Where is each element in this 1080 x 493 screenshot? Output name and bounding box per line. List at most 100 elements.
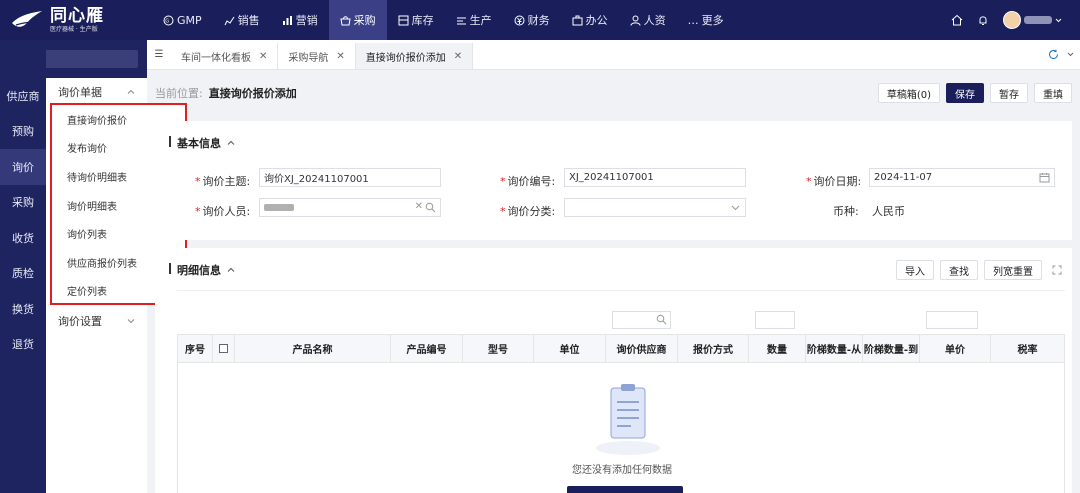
select-all-checkbox[interactable] — [213, 335, 235, 362]
sidebar-item-purchase[interactable]: 采购 — [0, 185, 46, 221]
subject-input[interactable]: 询价XJ_20241107001 — [259, 168, 441, 187]
supplier-filter-input[interactable] — [612, 311, 671, 329]
chevron-down-icon — [1055, 18, 1062, 22]
col-supplier: 询价供应商 — [606, 335, 678, 362]
import-button[interactable]: 导入 — [896, 260, 934, 280]
secondary-sidebar: 询价单据 直接询价报价 发布询价 待询价明细表 询价明细表 询价列表 供应商报价… — [46, 78, 187, 493]
search-icon[interactable] — [425, 202, 436, 213]
sidebar-item-receiving[interactable]: 收货 — [0, 220, 46, 256]
clear-icon[interactable]: ✕ — [415, 201, 423, 212]
sidebar-item-exchange[interactable]: 换货 — [0, 291, 46, 327]
tab-direct-quote-add[interactable]: 直接询价报价添加 ✕ — [355, 43, 474, 69]
nav-inventory[interactable]: 库存 — [387, 0, 445, 40]
nav-purchase[interactable]: 采购 — [328, 0, 387, 40]
tab-tools — [1048, 39, 1080, 69]
sidebar-item-inquiry[interactable]: 询价 — [0, 149, 46, 185]
office-icon — [572, 15, 583, 25]
tab-workshop-board[interactable]: 车间一体化看板 ✕ — [171, 43, 279, 69]
calendar-icon[interactable] — [1039, 172, 1050, 183]
chevron-down-icon[interactable] — [1067, 51, 1074, 58]
app-logo[interactable]: 同心雁 医疗器械 · 生产版 — [0, 0, 147, 40]
empty-clipboard-icon — [596, 384, 660, 455]
close-icon[interactable]: ✕ — [259, 51, 267, 62]
currency-label: 币种: — [833, 205, 859, 218]
add-data-button[interactable] — [567, 486, 683, 493]
hold-button[interactable]: 暂存 — [990, 83, 1028, 103]
hr-icon — [630, 15, 641, 26]
tab-label: 直接询价报价添加 — [365, 52, 446, 64]
code-input[interactable]: XJ_20241107001 — [564, 168, 746, 187]
sidebar-item-qc[interactable]: 质检 — [0, 256, 46, 292]
col-product-name: 产品名称 — [235, 335, 391, 362]
close-icon[interactable]: ✕ — [454, 51, 462, 62]
col-quantity: 数量 — [749, 335, 806, 362]
submenu-group-inquiry-settings[interactable]: 询价设置 — [46, 307, 147, 335]
reset-columns-button[interactable]: 列宽重置 — [984, 260, 1042, 280]
drafts-button[interactable]: 草稿箱(0) — [877, 83, 940, 103]
nav-gmp[interactable]: G GMP — [152, 0, 213, 40]
date-label: * 询价日期: — [806, 173, 861, 189]
refresh-icon[interactable] — [1048, 49, 1059, 60]
quantity-filter-input[interactable] — [755, 311, 795, 329]
sidebar-item-supplier[interactable]: 供应商 — [0, 78, 46, 114]
category-label: * 询价分类: — [500, 203, 555, 219]
nav-production[interactable]: 生产 — [445, 0, 503, 40]
tab-purchase-nav[interactable]: 采购导航 ✕ — [278, 43, 356, 69]
menu-toggle-icon[interactable]: ☰ — [147, 39, 171, 69]
nav-office[interactable]: 办公 — [561, 0, 619, 40]
nav-purchase-label: 采购 — [353, 14, 376, 27]
nav-gmp-label: GMP — [177, 13, 202, 27]
nav-marketing[interactable]: 营销 — [271, 0, 329, 40]
detail-info-card: 明细信息 导入 查找 列宽重置 序号 产品名称 产品编号 型号 单位 询价供应商… — [155, 248, 1072, 493]
save-button[interactable]: 保存 — [946, 83, 984, 103]
nav-hr[interactable]: 人资 — [619, 0, 677, 40]
find-button[interactable]: 查找 — [940, 260, 978, 280]
col-tax-rate: 税率 — [1017, 345, 1038, 356]
more-icon: … — [687, 13, 699, 27]
col-tier-to: 阶梯数量-到 — [863, 335, 920, 362]
reset-button[interactable]: 重填 — [1034, 83, 1072, 103]
nav-inventory-label: 库存 — [411, 14, 434, 27]
production-icon — [456, 17, 466, 24]
tab-strip: ☰ 车间一体化看板 ✕ 采购导航 ✕ 直接询价报价添加 ✕ — [147, 40, 1080, 70]
required-mark: * — [195, 175, 201, 188]
breadcrumb-label: 当前位置: — [155, 87, 203, 100]
basic-info-card: 基本信息 * 询价主题: 询价XJ_20241107001 * 询价编号: XJ_2… — [155, 121, 1072, 240]
date-input[interactable]: 2024-11-07 — [869, 168, 1055, 187]
tab-label: 车间一体化看板 — [181, 52, 251, 64]
submenu-group-label: 询价单据 — [58, 86, 102, 99]
home-icon[interactable] — [951, 14, 963, 26]
user-menu[interactable] — [1003, 11, 1062, 29]
sidebar-item-prepurchase[interactable]: 预购 — [0, 114, 46, 150]
finance-icon — [514, 15, 525, 25]
detail-info-title[interactable]: 明细信息 — [169, 262, 235, 278]
nav-sales[interactable]: 销售 — [213, 0, 271, 40]
table-body: 您还没有添加任何数据 — [177, 362, 1065, 493]
chevron-up-icon — [227, 140, 235, 145]
category-select[interactable] — [564, 198, 746, 217]
col-model: 型号 — [463, 335, 534, 362]
chevron-down-icon — [731, 205, 740, 211]
col-unit: 单位 — [534, 335, 606, 362]
nav-production-label: 生产 — [469, 14, 492, 27]
person-name-redacted — [264, 204, 294, 211]
detail-toolbar: 导入 查找 列宽重置 — [896, 260, 1042, 280]
basic-info-title[interactable]: 基本信息 — [169, 135, 235, 151]
col-product-code: 产品编号 — [391, 335, 463, 362]
close-icon[interactable]: ✕ — [336, 51, 344, 62]
category-label-text: 询价分类: — [507, 205, 556, 218]
sales-chart-icon — [224, 16, 235, 25]
inventory-icon — [398, 15, 409, 25]
nav-finance[interactable]: 财务 — [503, 0, 561, 40]
nav-more[interactable]: … 更多 — [677, 0, 735, 40]
search-icon[interactable] — [656, 314, 667, 325]
person-input[interactable]: ✕ — [259, 198, 441, 217]
chevron-up-icon — [127, 89, 135, 94]
sidebar-item-return[interactable]: 退货 — [0, 327, 46, 363]
submenu-group-inquiry-docs[interactable]: 询价单据 — [46, 78, 147, 106]
bell-icon[interactable] — [977, 14, 989, 26]
required-mark: * — [806, 175, 812, 188]
price-filter-input[interactable] — [926, 311, 978, 329]
fullscreen-icon[interactable] — [1052, 265, 1062, 275]
goose-logo-icon — [12, 11, 42, 27]
